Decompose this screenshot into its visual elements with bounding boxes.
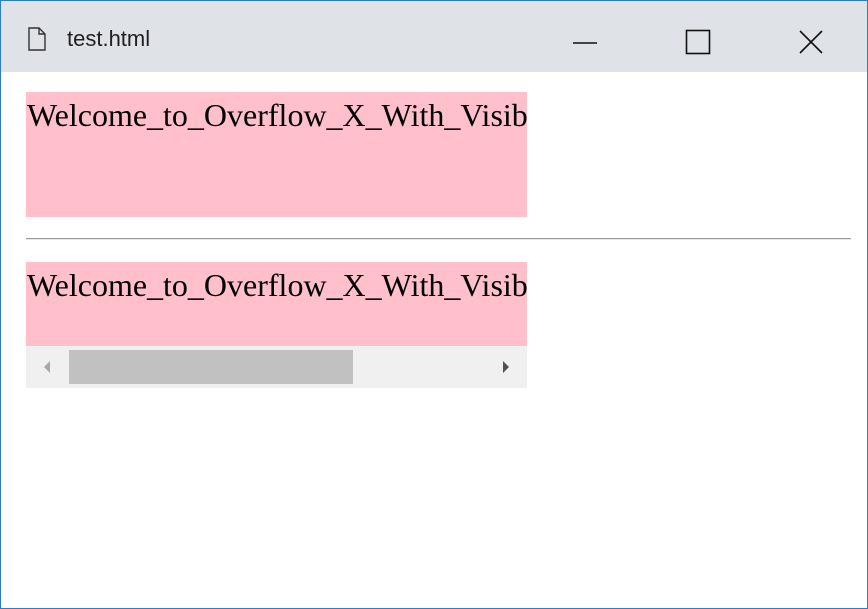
- scroll-right-button[interactable]: [485, 346, 527, 388]
- close-icon: [799, 30, 823, 54]
- browser-window: test.html Welcome_to_Overflow_X_With_Vis…: [0, 0, 868, 609]
- overflow-scroll-box[interactable]: Welcome_to_Overflow_X_With_Visible_Text: [26, 262, 527, 388]
- horizontal-rule: [26, 238, 851, 240]
- horizontal-scrollbar[interactable]: [26, 346, 527, 388]
- maximize-icon: [685, 29, 711, 55]
- scrollbar-thumb[interactable]: [69, 350, 353, 384]
- scroll-left-arrow-icon: [44, 361, 50, 373]
- scroll-left-button[interactable]: [26, 346, 68, 388]
- overflow-hidden-text: Welcome_to_Overflow_X_With_Visible_Text: [27, 97, 527, 133]
- window-title: test.html: [67, 26, 151, 51]
- document-icon: [28, 27, 46, 51]
- overflow-scroll-text: Welcome_to_Overflow_X_With_Visible_Text: [27, 267, 527, 303]
- overflow-hidden-box: Welcome_to_Overflow_X_With_Visible_Text: [26, 92, 527, 217]
- minimize-icon: [573, 42, 597, 44]
- page-content: Welcome_to_Overflow_X_With_Visible_Text …: [1, 72, 867, 608]
- overflow-scroll-viewport: Welcome_to_Overflow_X_With_Visible_Text: [26, 262, 527, 346]
- title-bar[interactable]: test.html: [1, 1, 867, 72]
- maximize-button[interactable]: [678, 22, 718, 62]
- scroll-right-arrow-icon: [503, 361, 509, 373]
- minimize-button[interactable]: [565, 22, 605, 62]
- close-button[interactable]: [791, 22, 831, 62]
